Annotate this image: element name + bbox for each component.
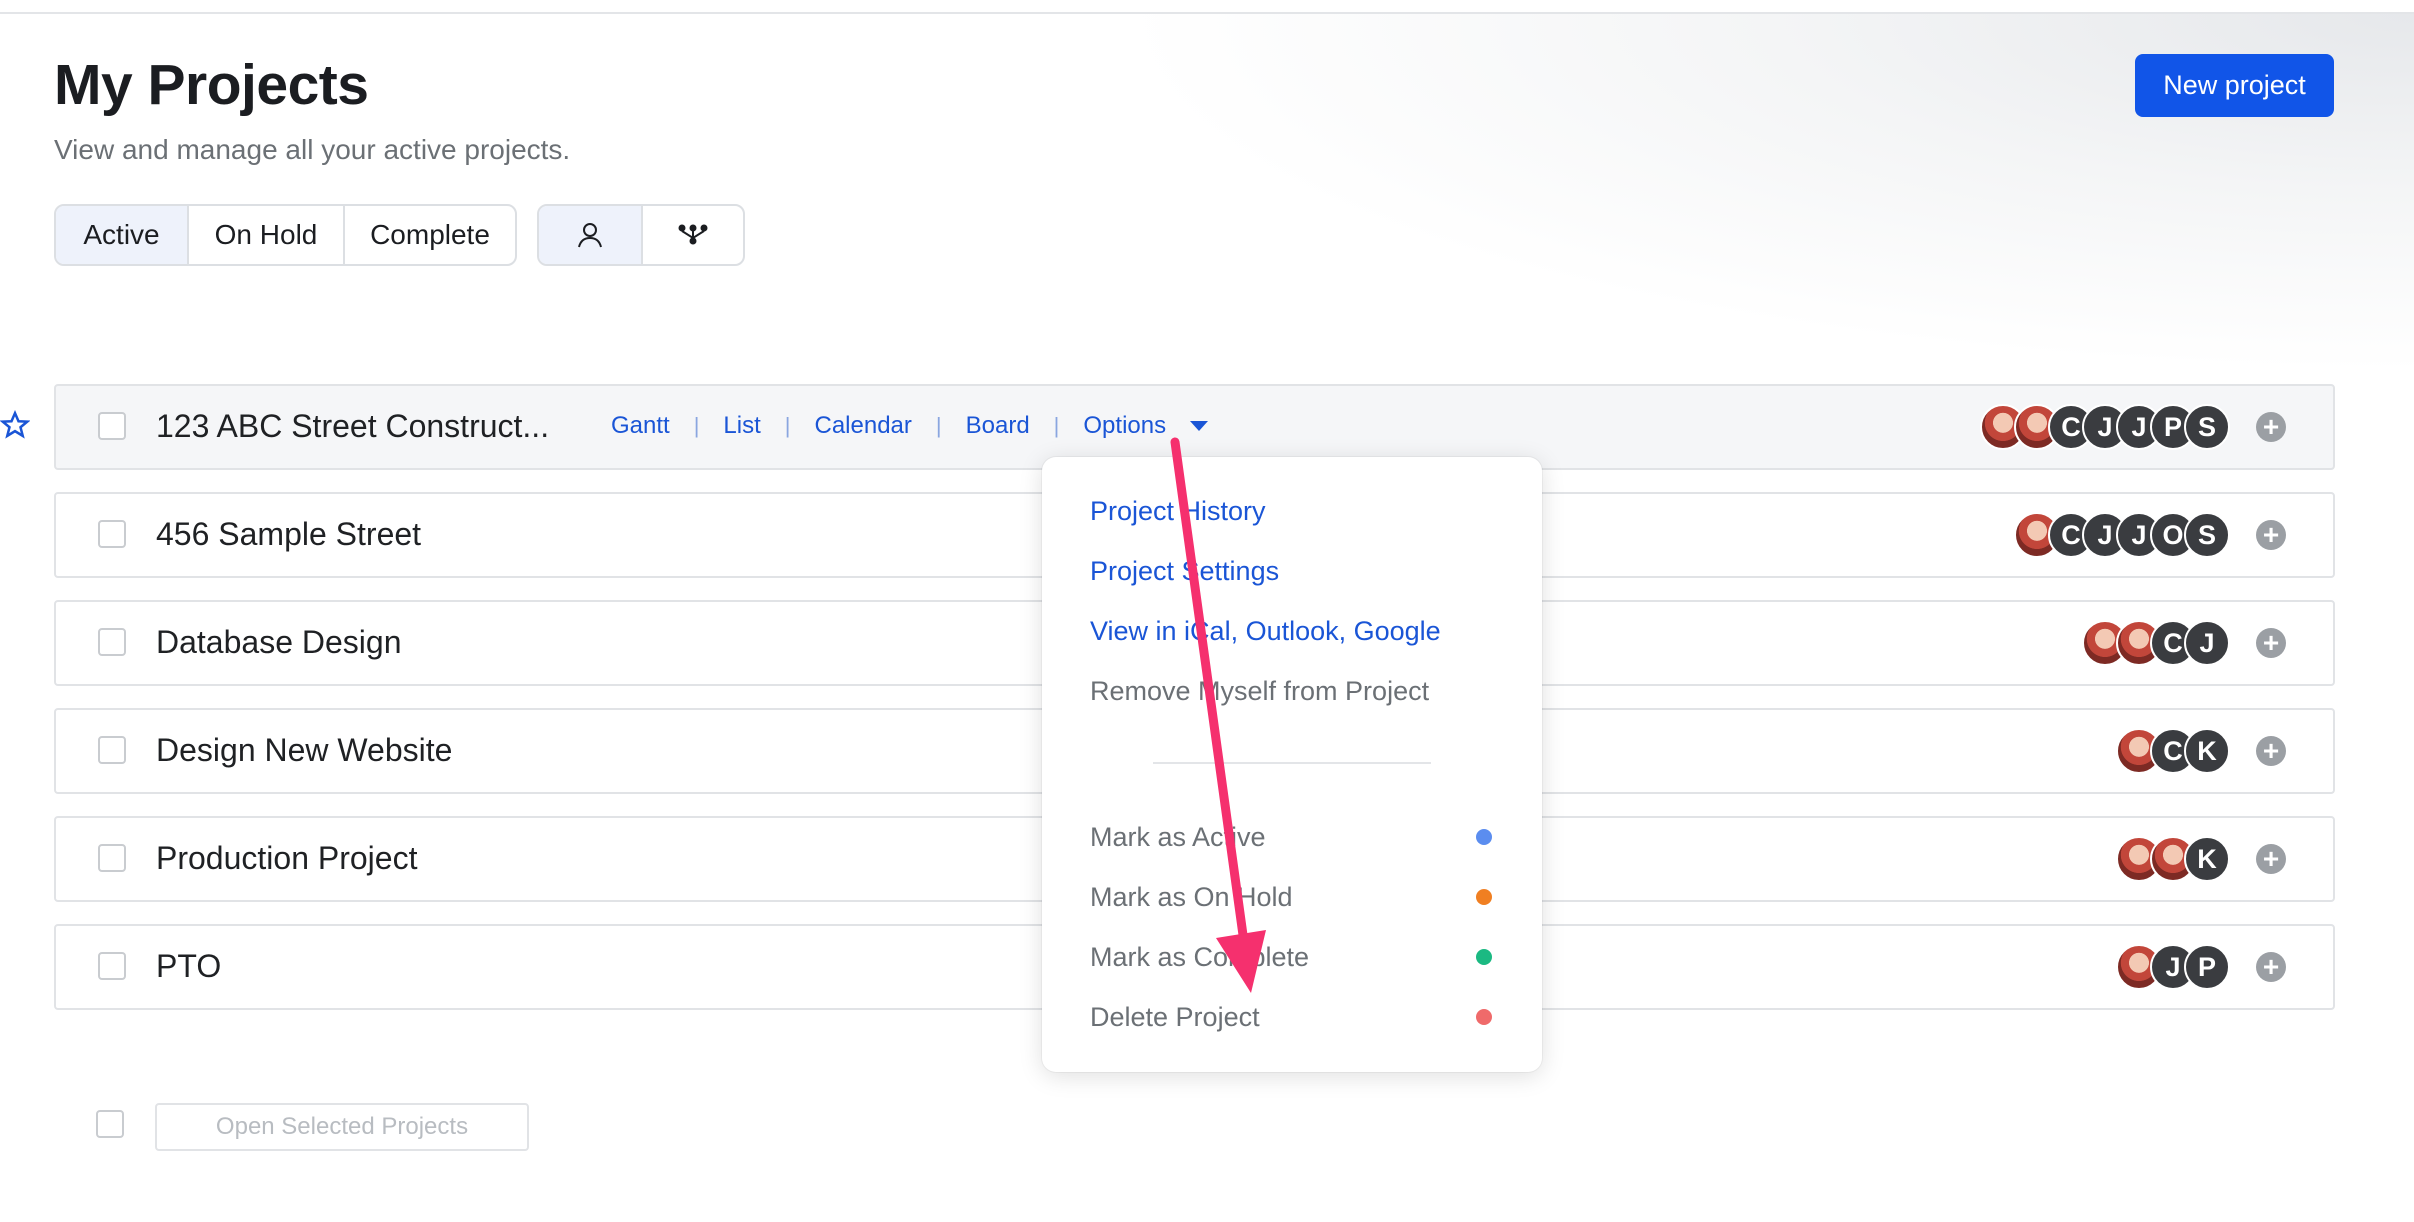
separator: | xyxy=(784,413,791,438)
project-name[interactable]: Database Design xyxy=(156,624,401,661)
project-name[interactable]: 123 ABC Street Construct... xyxy=(156,408,549,445)
separator: | xyxy=(935,413,942,438)
project-name[interactable]: PTO xyxy=(156,948,221,985)
row-checkbox[interactable] xyxy=(98,844,126,872)
open-selected-button[interactable]: Open Selected Projects xyxy=(155,1103,529,1151)
separator: | xyxy=(1053,413,1060,438)
select-all-checkbox[interactable] xyxy=(96,1110,124,1138)
row-checkbox[interactable] xyxy=(98,736,126,764)
page-subtitle: View and manage all your active projects… xyxy=(54,134,571,165)
calendar-link[interactable]: Calendar xyxy=(815,412,912,440)
add-member-icon[interactable]: + xyxy=(2256,844,2286,874)
chevron-down-icon[interactable] xyxy=(1190,421,1209,431)
avatar-group: K xyxy=(2116,836,2230,882)
person-icon xyxy=(578,223,602,248)
menu-delete-project[interactable]: Delete Project xyxy=(1090,1002,1260,1033)
star-icon[interactable] xyxy=(0,410,30,440)
list-link[interactable]: List xyxy=(723,412,760,440)
menu-calendar-export[interactable]: View in iCal, Outlook, Google xyxy=(1090,616,1441,647)
project-name[interactable]: 456 Sample Street xyxy=(156,516,421,553)
avatar-group: CK xyxy=(2116,728,2230,774)
project-name[interactable]: Production Project xyxy=(156,840,417,877)
project-name[interactable]: Design New Website xyxy=(156,732,452,769)
tab-active[interactable]: Active xyxy=(56,206,189,264)
add-member-icon[interactable]: + xyxy=(2256,412,2286,442)
hierarchy-icon xyxy=(678,224,708,245)
menu-mark-complete[interactable]: Mark as Complete xyxy=(1090,942,1309,973)
new-project-button[interactable]: New project xyxy=(2135,54,2334,117)
menu-mark-on-hold[interactable]: Mark as On Hold xyxy=(1090,882,1293,913)
menu-divider xyxy=(1153,762,1431,764)
row-checkbox[interactable] xyxy=(98,952,126,980)
status-dot-delete xyxy=(1476,1009,1492,1025)
menu-project-settings[interactable]: Project Settings xyxy=(1090,556,1279,587)
add-member-icon[interactable]: + xyxy=(2256,520,2286,550)
options-link[interactable]: Options xyxy=(1083,412,1166,440)
menu-project-history[interactable]: Project History xyxy=(1090,496,1266,527)
hierarchy-toggle[interactable] xyxy=(643,206,743,264)
tab-complete[interactable]: Complete xyxy=(345,206,515,264)
avatar-group: CJJPS xyxy=(1980,404,2230,450)
top-divider xyxy=(0,0,2414,14)
avatar: S xyxy=(2184,404,2230,450)
gantt-link[interactable]: Gantt xyxy=(611,412,670,440)
avatar: J xyxy=(2184,620,2230,666)
tab-on-hold[interactable]: On Hold xyxy=(189,206,345,264)
avatar: P xyxy=(2184,944,2230,990)
board-link[interactable]: Board xyxy=(966,412,1030,440)
my-projects-toggle[interactable] xyxy=(539,206,643,264)
menu-mark-active[interactable]: Mark as Active xyxy=(1090,822,1266,853)
project-view-links: Gantt | List | Calendar | Board | Option… xyxy=(611,412,1209,440)
view-toggle xyxy=(537,204,745,266)
row-checkbox[interactable] xyxy=(98,628,126,656)
avatar: K xyxy=(2184,728,2230,774)
page-title: My Projects xyxy=(54,53,369,117)
avatar-group: CJJOS xyxy=(2014,512,2230,558)
status-dot-complete xyxy=(1476,949,1492,965)
avatar: S xyxy=(2184,512,2230,558)
status-filter: Active On Hold Complete xyxy=(54,204,517,266)
options-menu: Project History Project Settings View in… xyxy=(1042,457,1542,1072)
menu-remove-myself[interactable]: Remove Myself from Project xyxy=(1090,676,1429,707)
status-dot-active xyxy=(1476,829,1492,845)
avatar-group: CJ xyxy=(2082,620,2230,666)
add-member-icon[interactable]: + xyxy=(2256,628,2286,658)
row-checkbox[interactable] xyxy=(98,520,126,548)
separator: | xyxy=(693,413,700,438)
row-checkbox[interactable] xyxy=(98,412,126,440)
add-member-icon[interactable]: + xyxy=(2256,736,2286,766)
avatar: K xyxy=(2184,836,2230,882)
status-dot-on-hold xyxy=(1476,889,1492,905)
avatar-group: JP xyxy=(2116,944,2230,990)
add-member-icon[interactable]: + xyxy=(2256,952,2286,982)
